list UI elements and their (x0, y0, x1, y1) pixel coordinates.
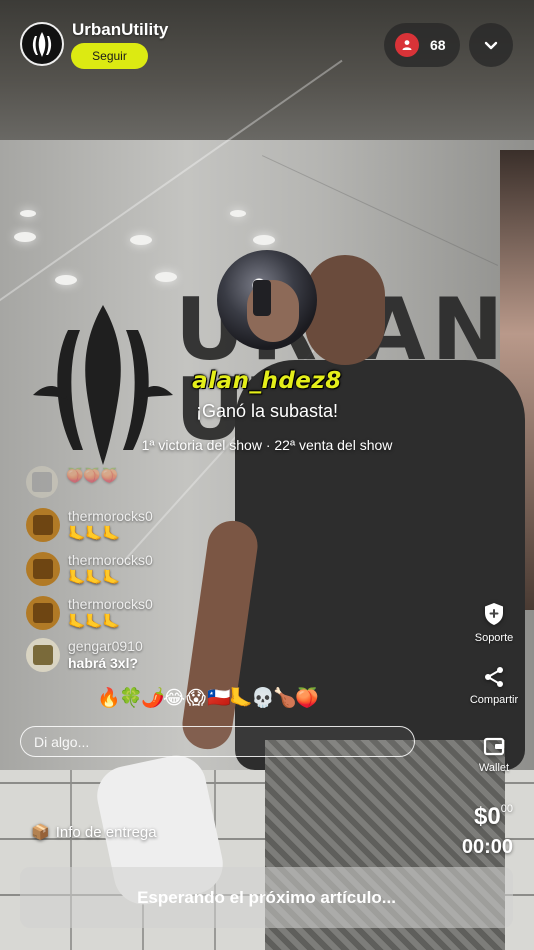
current-price: $000 (474, 803, 513, 831)
chat-input[interactable] (20, 726, 415, 757)
ceiling-light (20, 210, 36, 217)
emoji-reaction[interactable]: 🍗 (273, 687, 297, 711)
emoji-reaction[interactable]: 😱 (185, 687, 207, 711)
chat-message: thermorocks0 🦶🦶🦶 (26, 508, 153, 542)
chat-username[interactable]: thermorocks0 (68, 596, 153, 612)
chat-text: 🦶🦶🦶 (68, 569, 121, 585)
auction-timer: 00:00 (461, 836, 513, 858)
winner-avatar (217, 250, 317, 350)
price-cents: 00 (500, 803, 513, 815)
ceiling-light (230, 210, 246, 217)
wallet-icon (483, 737, 505, 756)
emoji-reaction[interactable]: 😂 (163, 687, 185, 711)
collapse-button[interactable] (469, 23, 513, 67)
follow-button[interactable]: Seguir (71, 43, 148, 69)
streamer-head (305, 255, 385, 365)
ceiling-light (14, 232, 36, 242)
support-label: Soporte (474, 632, 514, 644)
viewer-count-badge[interactable]: 68 (384, 23, 460, 67)
emoji-reaction[interactable]: 🌶️ (141, 687, 165, 711)
share-button[interactable]: Compartir (460, 666, 528, 706)
chat-username[interactable]: thermorocks0 (68, 508, 153, 524)
emoji-reaction[interactable]: 🦶 (229, 687, 253, 711)
chat-message: thermorocks0 🦶🦶🦶 (26, 552, 153, 586)
share-icon (485, 667, 503, 687)
chat-text: 🦶🦶🦶 (68, 613, 121, 629)
ceiling-light (155, 272, 177, 282)
top-bar: UrbanUtility Seguir 68 (0, 0, 534, 90)
shield-plus-icon (485, 603, 503, 625)
ceiling-light (130, 235, 152, 245)
chat-avatar (26, 596, 60, 630)
winner-stats: 1ª victoria del show · 22ª venta del sho… (141, 437, 393, 453)
chat-avatar (26, 638, 60, 672)
viewer-count: 68 (430, 37, 446, 53)
chat-avatar (26, 552, 60, 586)
emoji-reaction[interactable]: 🍑 (295, 687, 319, 711)
delivery-label: Info de entrega (55, 823, 157, 841)
chat-message: 🍑🍑🍑 (26, 466, 118, 498)
waiting-next-item-button[interactable]: Esperando el próximo artículo... (20, 867, 513, 928)
winner-message: ¡Ganó la subasta! (195, 401, 339, 421)
chat-username[interactable]: thermorocks0 (68, 552, 153, 568)
channel-avatar[interactable] (20, 22, 64, 66)
chat-avatar (26, 508, 60, 542)
price-main: $0 (474, 803, 501, 830)
wallet-button[interactable]: Wallet (460, 736, 528, 774)
emoji-reaction[interactable]: 🍀 (119, 687, 143, 711)
chat-message: gengar0910 habrá 3xl? (26, 638, 143, 672)
emoji-reaction[interactable]: 🇨🇱 (207, 687, 231, 711)
channel-name[interactable]: UrbanUtility (72, 20, 168, 40)
package-icon: 📦 (31, 824, 50, 841)
ceiling-light (253, 235, 275, 245)
chat-message: thermorocks0 🦶🦶🦶 (26, 596, 153, 630)
delivery-info-link[interactable]: 📦 Info de entrega (31, 823, 157, 842)
quick-emoji-bar: 🔥 🍀 🌶️ 😂 😱 🇨🇱 🦶 💀 🍗 🍑 (97, 687, 319, 711)
chevron-down-icon (484, 41, 498, 50)
chat-text: habrá 3xl? (68, 655, 139, 671)
winner-phone (253, 280, 271, 316)
chat-username[interactable]: gengar0910 (68, 638, 143, 654)
chat-text: 🦶🦶🦶 (68, 525, 121, 541)
wallet-label: Wallet (478, 762, 510, 774)
person-icon (395, 33, 419, 57)
chat-text: 🍑🍑🍑 (66, 467, 119, 483)
share-label: Compartir (469, 694, 519, 706)
support-button[interactable]: Soporte (460, 602, 528, 644)
emoji-reaction[interactable]: 💀 (251, 687, 275, 711)
ceiling-light (55, 275, 77, 285)
winner-username[interactable]: alan_hdez8 (0, 368, 534, 394)
brand-logo-icon (32, 32, 52, 57)
emoji-reaction[interactable]: 🔥 (97, 687, 121, 711)
chat-avatar (26, 466, 58, 498)
